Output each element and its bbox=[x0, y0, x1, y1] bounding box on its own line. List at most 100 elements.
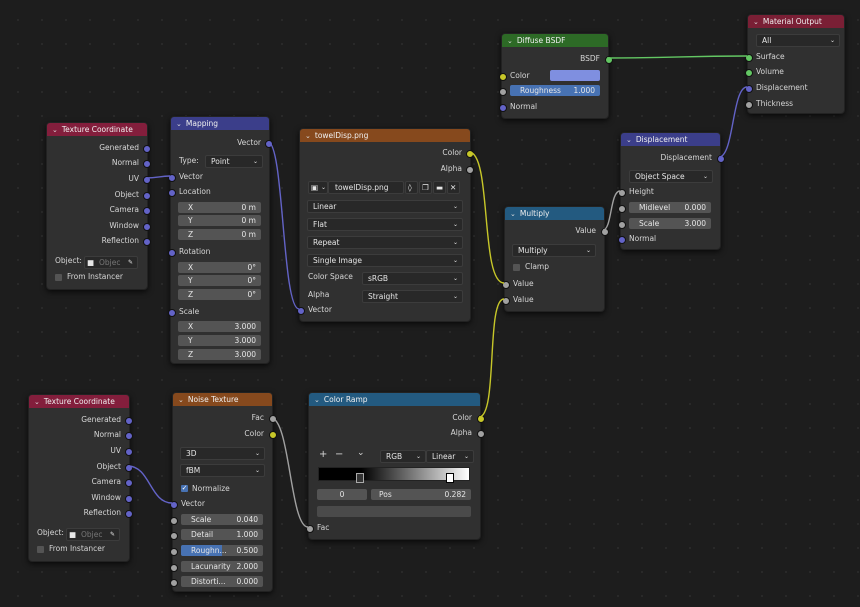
socket-height[interactable] bbox=[618, 189, 626, 197]
collapse-icon[interactable]: ⌄ bbox=[507, 35, 513, 47]
socket-input-value-1[interactable] bbox=[502, 281, 510, 289]
socket-output-fac[interactable] bbox=[269, 415, 277, 423]
alpha-mode-dropdown[interactable]: Straight ⌄ bbox=[362, 290, 463, 303]
detail-field[interactable]: Detail 1.000 bbox=[181, 529, 263, 540]
socket-uv[interactable] bbox=[143, 176, 151, 184]
noise-type-dropdown[interactable]: fBM ⌄ bbox=[180, 464, 265, 477]
diffuse-bsdf-node[interactable]: ⌄ Diffuse BSDF BSDF Color Roughness 1.000 … bbox=[499, 33, 613, 119]
socket-surface[interactable] bbox=[745, 54, 753, 62]
node-header[interactable]: ⌄ Color Ramp bbox=[309, 393, 480, 406]
open-folder-icon[interactable]: ▬ bbox=[433, 181, 446, 194]
lacunarity-field[interactable]: Lacunarity 2.000 bbox=[181, 561, 263, 572]
node-header[interactable]: ⌄ towelDisp.png bbox=[300, 129, 470, 142]
scale-z-field[interactable]: Z 3.000 bbox=[178, 349, 261, 360]
stop-position-field[interactable]: Pos 0.282 bbox=[371, 489, 471, 500]
texture-coordinate-node[interactable]: ⌄ Texture Coordinate Generated Normal UV … bbox=[46, 122, 151, 290]
image-filename-field[interactable]: towelDisp.png bbox=[328, 181, 404, 194]
socket-input-value-2[interactable] bbox=[502, 297, 510, 305]
multiply-math-node[interactable]: ⌄ Multiply Value Multiply ⌄ Clamp Value Va… bbox=[502, 206, 609, 312]
socket-reflection[interactable] bbox=[143, 238, 151, 246]
node-header[interactable]: ⌄ Multiply bbox=[505, 207, 604, 220]
socket-lacunarity[interactable] bbox=[170, 564, 178, 572]
scale-x-field[interactable]: X 3.000 bbox=[178, 321, 261, 332]
texture-coordinate-node-2[interactable]: ⌄ Texture Coordinate Generated Normal UV … bbox=[28, 394, 133, 562]
noise-texture-node[interactable]: ⌄ Noise Texture Fac Color 3D ⌄ fBM ⌄ ✓ Norm… bbox=[170, 392, 277, 592]
node-header[interactable]: ⌄ Mapping bbox=[171, 117, 269, 130]
socket-reflection[interactable] bbox=[125, 510, 133, 518]
scale-field[interactable]: Scale 3.000 bbox=[629, 218, 711, 229]
socket-output-bsdf[interactable] bbox=[605, 56, 613, 64]
socket-detail[interactable] bbox=[170, 532, 178, 540]
eyedropper-icon[interactable]: ✎ bbox=[128, 257, 133, 268]
socket-distortion[interactable] bbox=[170, 579, 178, 587]
duplicate-image-icon[interactable]: ❐ bbox=[419, 181, 432, 194]
node-header[interactable]: ⌄ Texture Coordinate bbox=[29, 395, 129, 408]
socket-output-vector[interactable] bbox=[265, 140, 273, 148]
collapse-icon[interactable]: ⌄ bbox=[176, 118, 182, 130]
node-header[interactable]: ⌄ Displacement bbox=[621, 133, 720, 146]
socket-output-value[interactable] bbox=[601, 228, 609, 236]
displacement-node[interactable]: ⌄ Displacement Displacement Object Space ⌄… bbox=[618, 132, 725, 250]
socket-output-color[interactable] bbox=[477, 415, 485, 423]
projection-dropdown[interactable]: Flat ⌄ bbox=[307, 218, 463, 231]
color-space-dropdown[interactable]: sRGB ⌄ bbox=[362, 272, 463, 285]
mapping-node[interactable]: ⌄ Mapping Vector Type: Point ⌄ Vector Loca… bbox=[168, 116, 273, 364]
midlevel-field[interactable]: Midlevel 0.000 bbox=[629, 202, 711, 213]
socket-window[interactable] bbox=[143, 223, 151, 231]
socket-input-roughness[interactable] bbox=[499, 88, 507, 96]
socket-input-vector[interactable] bbox=[297, 307, 305, 315]
rotation-x-field[interactable]: X 0° bbox=[178, 262, 261, 273]
collapse-icon[interactable]: ⌄ bbox=[178, 394, 184, 406]
collapse-icon[interactable]: ⌄ bbox=[305, 130, 311, 142]
color-swatch[interactable] bbox=[550, 70, 600, 81]
collapse-icon[interactable]: ⌄ bbox=[753, 16, 759, 28]
node-header[interactable]: ⌄ Material Output bbox=[748, 15, 844, 28]
socket-midlevel[interactable] bbox=[618, 205, 626, 213]
socket-input-color[interactable] bbox=[499, 73, 507, 81]
color-stop-white[interactable] bbox=[446, 473, 454, 483]
material-output-node[interactable]: ⌄ Material Output All ⌄ Surface Volume Dis… bbox=[745, 14, 845, 114]
socket-normal[interactable] bbox=[125, 432, 133, 440]
socket-camera[interactable] bbox=[125, 479, 133, 487]
collapse-icon[interactable]: ⌄ bbox=[34, 396, 40, 408]
operation-dropdown[interactable]: Multiply ⌄ bbox=[512, 244, 596, 257]
socket-output-alpha[interactable] bbox=[466, 166, 474, 174]
location-y-field[interactable]: Y0 m bbox=[178, 215, 261, 226]
socket-input-vector[interactable] bbox=[170, 501, 178, 509]
socket-object[interactable] bbox=[143, 192, 151, 200]
socket-output-color[interactable] bbox=[269, 431, 277, 439]
socket-object[interactable] bbox=[125, 464, 133, 472]
dimensions-dropdown[interactable]: 3D ⌄ bbox=[180, 447, 265, 460]
color-ramp-node[interactable]: ⌄ Color Ramp Color Alpha + − ⌄ RGB ⌄ Linea… bbox=[306, 392, 485, 540]
socket-rotation[interactable] bbox=[168, 249, 176, 257]
location-x-field[interactable]: X0 m bbox=[178, 202, 261, 213]
object-picker[interactable]: ■ Objec ✎ bbox=[84, 256, 138, 269]
rotation-z-field[interactable]: Z 0° bbox=[178, 289, 261, 300]
source-dropdown[interactable]: Single Image ⌄ bbox=[307, 254, 463, 267]
eyedropper-icon[interactable]: ✎ bbox=[110, 529, 115, 540]
unlink-close-icon[interactable]: ✕ bbox=[447, 181, 460, 194]
distortion-field[interactable]: Distorti... 0.000 bbox=[181, 576, 263, 587]
stop-color-swatch[interactable] bbox=[317, 506, 471, 517]
roughness-slider[interactable]: Roughn... 0.500 bbox=[181, 545, 263, 556]
space-dropdown[interactable]: Object Space ⌄ bbox=[629, 170, 713, 183]
roughness-slider[interactable]: Roughness 1.000 bbox=[510, 85, 600, 96]
extension-dropdown[interactable]: Repeat ⌄ bbox=[307, 236, 463, 249]
node-header[interactable]: ⌄ Noise Texture bbox=[173, 393, 272, 406]
collapse-icon[interactable]: ⌄ bbox=[52, 124, 58, 136]
interpolation-dropdown[interactable]: Linear ⌄ bbox=[307, 200, 463, 213]
socket-roughness[interactable] bbox=[170, 548, 178, 556]
collapse-icon[interactable]: ⌄ bbox=[314, 394, 320, 406]
collapse-icon[interactable]: ⌄ bbox=[626, 134, 632, 146]
ramp-menu-button[interactable]: ⌄ bbox=[357, 448, 365, 458]
socket-camera[interactable] bbox=[143, 207, 151, 215]
socket-thickness[interactable] bbox=[745, 101, 753, 109]
socket-window[interactable] bbox=[125, 495, 133, 503]
socket-input-fac[interactable] bbox=[306, 525, 314, 533]
socket-uv[interactable] bbox=[125, 448, 133, 456]
socket-output-alpha[interactable] bbox=[477, 430, 485, 438]
socket-input-vector[interactable] bbox=[168, 174, 176, 182]
remove-stop-button[interactable]: − bbox=[335, 449, 343, 460]
socket-generated[interactable] bbox=[125, 417, 133, 425]
collapse-icon[interactable]: ⌄ bbox=[510, 208, 516, 220]
